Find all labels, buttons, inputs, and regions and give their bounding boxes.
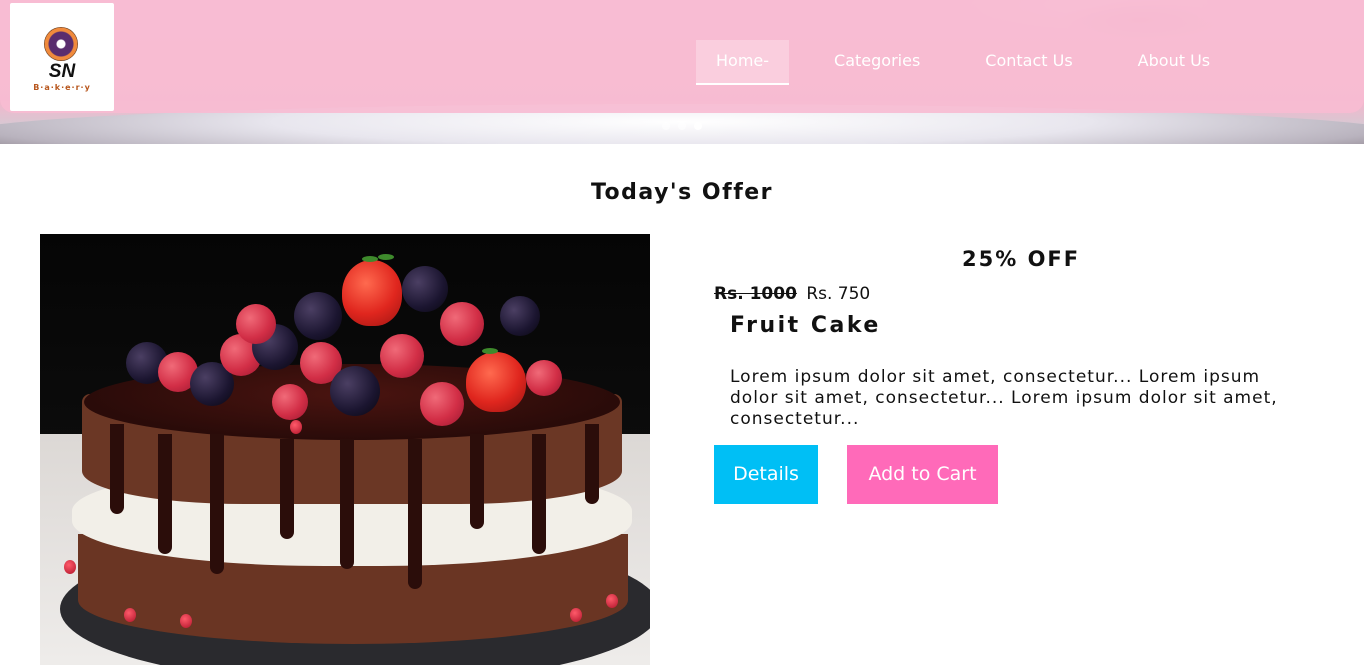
strawberry	[466, 352, 526, 412]
leaf	[362, 256, 378, 262]
raspberry	[526, 360, 562, 396]
logo[interactable]: SN B·a·k·e·r·y	[10, 3, 114, 111]
raspberry	[272, 384, 308, 420]
carousel-indicators	[662, 122, 702, 130]
product-description: Lorem ipsum dolor sit amet, consectetur.…	[730, 367, 1278, 429]
raspberry	[440, 302, 484, 346]
carousel-dot-2[interactable]	[678, 122, 686, 130]
section-title: Today's Offer	[590, 180, 774, 205]
nav-item-about-us[interactable]: About Us	[1118, 40, 1230, 85]
glaze-drip	[280, 439, 294, 539]
pomegranate-seed	[180, 614, 192, 628]
logo-initials: SN	[48, 61, 76, 82]
details-button[interactable]: Details	[714, 445, 818, 504]
strawberry	[342, 260, 402, 326]
discount-label: 25% OFF	[962, 247, 1081, 271]
glaze-drip	[110, 424, 124, 514]
glaze-drip	[340, 439, 354, 569]
blackberry	[500, 296, 540, 336]
leaf	[378, 254, 394, 260]
pomegranate-seed	[290, 420, 302, 434]
blackberry	[402, 266, 448, 312]
raspberry	[420, 382, 464, 426]
logo-subtitle: B·a·k·e·r·y	[33, 83, 91, 92]
glaze-drip	[210, 434, 224, 574]
glaze-drip	[585, 424, 599, 504]
add-to-cart-button[interactable]: Add to Cart	[847, 445, 998, 504]
product-image	[40, 234, 650, 665]
glaze-drip	[532, 434, 546, 554]
nav-item-categories[interactable]: Categories	[814, 40, 940, 85]
pomegranate-seed	[64, 560, 76, 574]
navbar: SN B·a·k·e·r·y Home- Categories Contact …	[0, 0, 1364, 113]
raspberry	[236, 304, 276, 344]
price-row: Rs. 1000 Rs. 750	[714, 284, 870, 304]
nav-item-contact-us[interactable]: Contact Us	[965, 40, 1092, 85]
donut-icon	[44, 27, 78, 61]
pomegranate-seed	[570, 608, 582, 622]
blackberry	[294, 292, 342, 340]
pomegranate-seed	[606, 594, 618, 608]
main-nav: Home- Categories Contact Us About Us	[696, 40, 1230, 85]
nav-item-home[interactable]: Home-	[696, 40, 790, 85]
carousel-dot-3[interactable]	[694, 122, 702, 130]
raspberry	[380, 334, 424, 378]
glaze-drip	[408, 439, 422, 589]
glaze-drip	[470, 434, 484, 529]
product-name: Fruit Cake	[730, 313, 881, 338]
pomegranate-seed	[124, 608, 136, 622]
carousel-dot-1[interactable]	[662, 122, 670, 130]
new-price: Rs. 750	[806, 284, 871, 304]
hero-banner: SN B·a·k·e·r·y Home- Categories Contact …	[0, 0, 1364, 144]
leaf	[482, 348, 498, 354]
blackberry	[330, 366, 380, 416]
glaze-drip	[158, 434, 172, 554]
old-price: Rs. 1000	[714, 284, 797, 304]
